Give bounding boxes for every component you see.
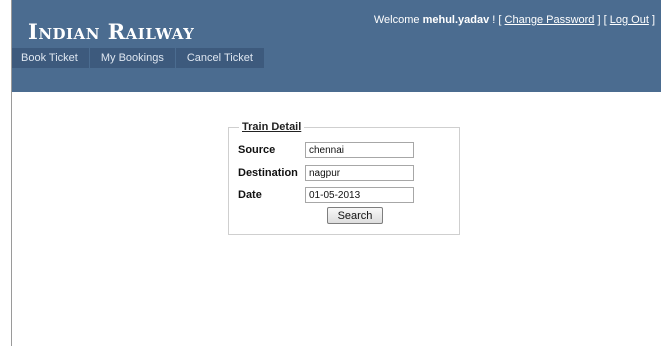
bracket-open-2: [ [603, 14, 607, 26]
bracket-open-1: [ [498, 14, 502, 26]
bracket-close-1: ] [597, 14, 601, 26]
menu-item-book-ticket[interactable]: Book Ticket [12, 48, 90, 68]
bracket-close-2: ] [651, 14, 655, 26]
logout-link[interactable]: Log Out [610, 14, 649, 26]
header: Indian Railway Welcome mehul.yadav ! [ C… [12, 0, 661, 92]
source-input[interactable] [305, 142, 414, 158]
train-detail-legend: Train Detail [239, 121, 305, 133]
login-display: Welcome mehul.yadav ! [ Change Password … [374, 14, 655, 26]
change-password-link[interactable]: Change Password [505, 14, 595, 26]
date-label: Date [238, 189, 262, 201]
destination-label: Destination [238, 167, 298, 179]
username: mehul.yadav [422, 14, 490, 26]
menu-item-cancel-ticket[interactable]: Cancel Ticket [175, 48, 265, 68]
welcome-text: Welcome [373, 14, 420, 26]
welcome-exclaim: ! [492, 14, 496, 26]
menu-item-my-bookings[interactable]: My Bookings [89, 48, 176, 68]
main-menu: Book Ticket My Bookings Cancel Ticket [12, 48, 661, 68]
page: Indian Railway Welcome mehul.yadav ! [ C… [12, 0, 661, 346]
train-detail-panel: Train Detail Source Destination Date Sea… [228, 121, 460, 235]
search-button[interactable]: Search [327, 207, 383, 224]
source-label: Source [238, 144, 276, 156]
app-title: Indian Railway [28, 19, 195, 44]
date-input[interactable] [305, 187, 414, 203]
destination-input[interactable] [305, 165, 414, 181]
